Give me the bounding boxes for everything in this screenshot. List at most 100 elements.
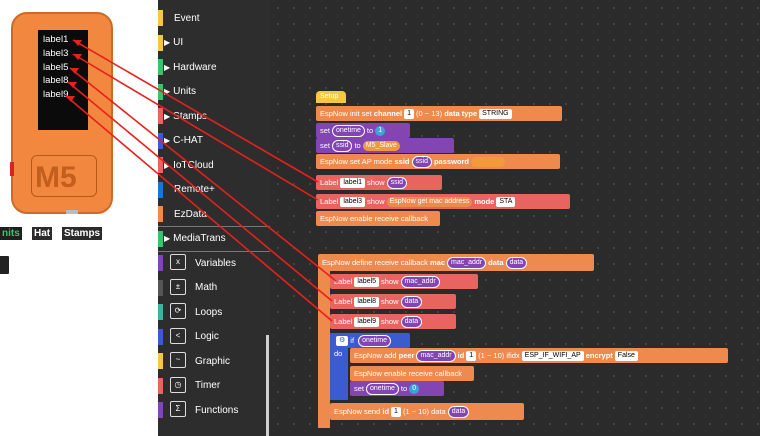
screen-label-3[interactable]: label3: [43, 48, 68, 59]
label3-show-block[interactable]: Label label3 show EspNow get mac address…: [316, 194, 570, 209]
category-variables[interactable]: x Variables: [158, 251, 270, 275]
label5-show-block[interactable]: Label label5 show mac_addr: [330, 274, 478, 289]
espnow-init-block[interactable]: EspNow init set channel 1 (0 ~ 13) data …: [316, 106, 562, 121]
label-dropdown[interactable]: label9: [354, 316, 380, 327]
espnow-add-peer-block[interactable]: EspNow add peer mac_addr id 1 (1 ~ 10) i…: [350, 348, 728, 363]
category-color-bar: [158, 304, 163, 320]
label-dropdown[interactable]: label8: [354, 296, 380, 307]
category-timer[interactable]: ◷ Timer: [158, 374, 270, 398]
expand-arrow-icon[interactable]: ▶: [164, 161, 170, 170]
category-functions[interactable]: Σ Functions: [158, 398, 270, 422]
number-input[interactable]: 0: [409, 383, 420, 394]
expand-arrow-icon[interactable]: ▶: [164, 63, 170, 72]
define-receive-callback-block[interactable]: EspNow define receive callback mac mac_a…: [318, 254, 594, 271]
screen-label-9[interactable]: label9: [43, 89, 68, 100]
tab-stamps[interactable]: Stamps: [62, 227, 103, 240]
do-text: do: [334, 349, 343, 358]
if-block[interactable]: ⚙ if onetime: [330, 333, 410, 348]
id-label: id: [382, 407, 390, 416]
variable-dropdown[interactable]: onetime: [332, 124, 365, 137]
label1-show-block[interactable]: Label label1 show ssid: [316, 175, 442, 190]
number-input[interactable]: 1: [375, 125, 386, 136]
label-dropdown[interactable]: label3: [340, 196, 366, 207]
category-stamps[interactable]: ▶ Stamps: [158, 104, 270, 128]
gear-icon[interactable]: ⚙: [336, 335, 349, 346]
device-logo: M5: [35, 161, 77, 194]
category-mediatrans[interactable]: ▶ MediaTrans: [158, 227, 270, 251]
datatype-label: data type: [444, 109, 478, 118]
enable-receive-block[interactable]: EspNow enable receive callback: [316, 211, 440, 226]
datatype-dropdown[interactable]: STRING: [479, 108, 512, 119]
screen-label-5[interactable]: label5: [43, 62, 68, 73]
screen-label-8[interactable]: label8: [43, 75, 68, 86]
tab-units[interactable]: nits: [0, 227, 22, 240]
to-text: to: [354, 141, 361, 150]
show-text: show: [381, 317, 399, 326]
setup-hat-block[interactable]: Setup: [316, 91, 346, 103]
category-iotcloud[interactable]: ▶ IoTCloud: [158, 153, 270, 177]
expand-arrow-icon[interactable]: ▶: [164, 112, 170, 121]
expand-arrow-icon[interactable]: ▶: [164, 87, 170, 96]
label8-show-block[interactable]: Label label8 show data: [330, 294, 456, 309]
ifidx-dropdown[interactable]: ESP_IF_WIFI_AP: [521, 350, 584, 361]
category-graphic[interactable]: ~ Graphic: [158, 349, 270, 373]
timer-icon: ◷: [170, 376, 186, 393]
tab-hat[interactable]: Hat: [32, 227, 53, 240]
category-remote-[interactable]: Remote+: [158, 178, 270, 202]
screen-label-1[interactable]: label1: [43, 34, 68, 45]
expand-arrow-icon[interactable]: ▶: [164, 136, 170, 145]
expand-arrow-icon[interactable]: ▶: [164, 38, 170, 47]
set-ssid-block[interactable]: set ssid to M5_Slave: [316, 138, 454, 153]
show-text: show: [367, 178, 385, 187]
enable-receive-block-2[interactable]: EspNow enable receive callback: [350, 366, 474, 381]
category-c-hat[interactable]: ▶ C-HAT: [158, 129, 270, 153]
condition-variable[interactable]: onetime: [358, 334, 392, 347]
mode-dropdown[interactable]: STA: [496, 196, 516, 207]
logic-icon: <: [170, 327, 186, 344]
category-label: Variables: [195, 257, 236, 269]
ssid-variable[interactable]: ssid: [411, 155, 432, 168]
data-variable[interactable]: data: [400, 315, 423, 328]
label-text: Label: [320, 178, 339, 187]
category-units[interactable]: ▶ Units: [158, 80, 270, 104]
category-label: Timer: [195, 380, 221, 391]
category-math[interactable]: ± Math: [158, 276, 270, 300]
id-label: id: [457, 351, 465, 360]
category-logic[interactable]: < Logic: [158, 325, 270, 349]
string-input[interactable]: M5_Slave: [362, 140, 400, 151]
show-text: show: [367, 197, 385, 206]
set-onetime-zero-block[interactable]: set onetime to 0: [350, 381, 444, 396]
ssid-variable[interactable]: ssid: [386, 176, 408, 189]
category-event[interactable]: Event: [158, 6, 270, 30]
data-variable[interactable]: data: [447, 405, 470, 418]
label-dropdown[interactable]: label1: [340, 177, 366, 188]
category-label: Hardware: [173, 61, 217, 73]
mac-variable[interactable]: mac_addr: [400, 275, 440, 288]
sidebar-scrollbar[interactable]: [266, 335, 269, 436]
data-variable[interactable]: data: [400, 295, 423, 308]
set-text: set: [354, 384, 365, 393]
encrypt-dropdown[interactable]: False: [614, 350, 638, 361]
id-input[interactable]: 1: [466, 350, 477, 361]
set-text: set: [320, 126, 331, 135]
channel-input[interactable]: 1: [404, 108, 415, 119]
mac-variable[interactable]: mac_addr: [447, 256, 487, 269]
expand-arrow-icon[interactable]: ▶: [164, 234, 170, 243]
device-mini-icon[interactable]: [0, 255, 10, 275]
variable-dropdown[interactable]: onetime: [366, 382, 399, 395]
category-loops[interactable]: ⟳ Loops: [158, 300, 270, 324]
mac-variable[interactable]: mac_addr: [416, 349, 456, 362]
label-dropdown[interactable]: label5: [354, 276, 380, 287]
espnow-ap-mode-block[interactable]: EspNow set AP mode ssid ssid password: [316, 154, 560, 169]
category-ui[interactable]: ▶ UI: [158, 31, 270, 55]
espnow-send-block[interactable]: EspNow send id 1 (1 ~ 10) data data: [330, 403, 524, 420]
get-mac-block[interactable]: EspNow get mac address: [386, 196, 473, 207]
category-hardware[interactable]: ▶ Hardware: [158, 55, 270, 79]
id-input[interactable]: 1: [391, 406, 401, 417]
label9-show-block[interactable]: Label label9 show data: [330, 314, 456, 329]
category-ezdata[interactable]: EzData: [158, 202, 270, 226]
password-input[interactable]: [470, 156, 505, 167]
set-onetime-block[interactable]: set onetime to 1: [316, 123, 410, 138]
data-variable[interactable]: data: [505, 256, 528, 269]
variable-dropdown[interactable]: ssid: [332, 139, 353, 152]
